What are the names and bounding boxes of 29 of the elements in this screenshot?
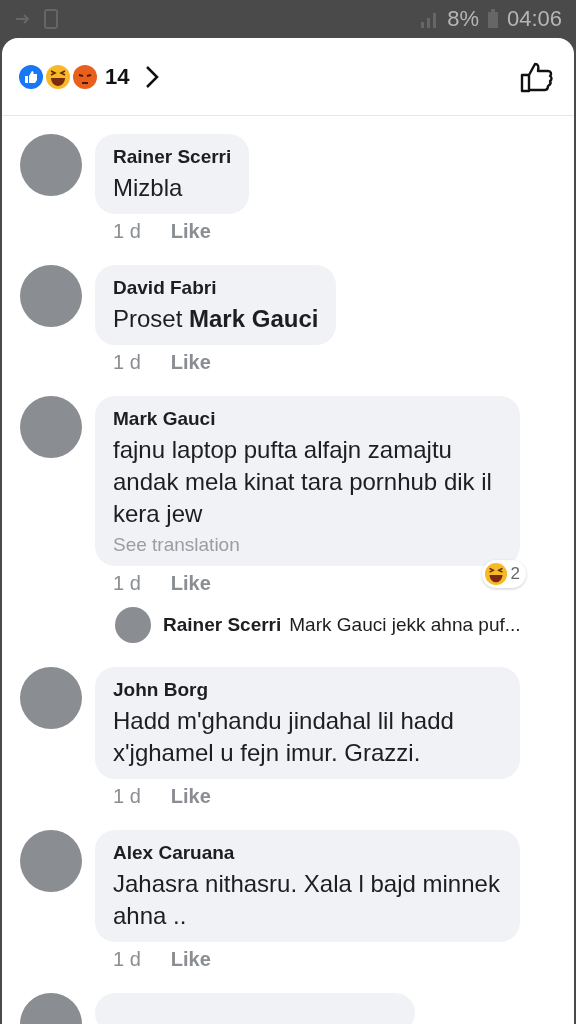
comment-text: Proset Mark Gauci bbox=[113, 304, 319, 334]
reply-author[interactable]: Rainer Scerri bbox=[163, 614, 282, 636]
phone-icon bbox=[44, 9, 60, 29]
comment-author[interactable]: David Fabri bbox=[113, 277, 319, 299]
comment-text: fajnu laptop pufta alfajn zamajtu andak mela kinat tara pornhub dik il kera jew bbox=[113, 435, 493, 529]
comment-time: 1 d bbox=[113, 572, 141, 595]
comment-text: Hadd m'ghandu jindahal lil hadd x'jghamel u fejn imur. Grazzi. bbox=[113, 706, 455, 768]
reaction-count[interactable]: 14 bbox=[105, 63, 130, 90]
laughing-emoji-icon bbox=[483, 562, 508, 586]
chevron-right-icon[interactable] bbox=[144, 63, 161, 90]
comment-time: 1 d bbox=[113, 785, 141, 808]
comment-text: Mizbla bbox=[113, 173, 184, 203]
reply-preview[interactable]: Mark Gauci jekk ahna puf... bbox=[289, 614, 521, 636]
comment-author[interactable]: Rainer Scerri bbox=[113, 146, 232, 168]
angry-emoji-icon bbox=[72, 63, 98, 90]
comment-author[interactable]: Mark Gauci bbox=[113, 408, 502, 430]
battery-percent: 8% bbox=[447, 6, 479, 32]
comment-text: Jahasra nithasru. Xala l bajd minnek ahna .. bbox=[113, 869, 501, 931]
clock: 04:06 bbox=[506, 6, 562, 32]
comment-time: 1 d bbox=[113, 351, 141, 374]
laughing-emoji-icon bbox=[45, 63, 71, 90]
reaction-badge[interactable]: 2 bbox=[481, 560, 526, 588]
comment-author[interactable]: Alex Caruana bbox=[113, 842, 502, 864]
comment-time: 1 d bbox=[113, 220, 141, 243]
comment-author[interactable]: John Borg bbox=[113, 679, 502, 701]
avatar[interactable] bbox=[115, 607, 151, 643]
like-reaction-icon bbox=[18, 63, 44, 90]
battery-icon bbox=[486, 9, 499, 29]
comment-time: 1 d bbox=[113, 948, 141, 971]
